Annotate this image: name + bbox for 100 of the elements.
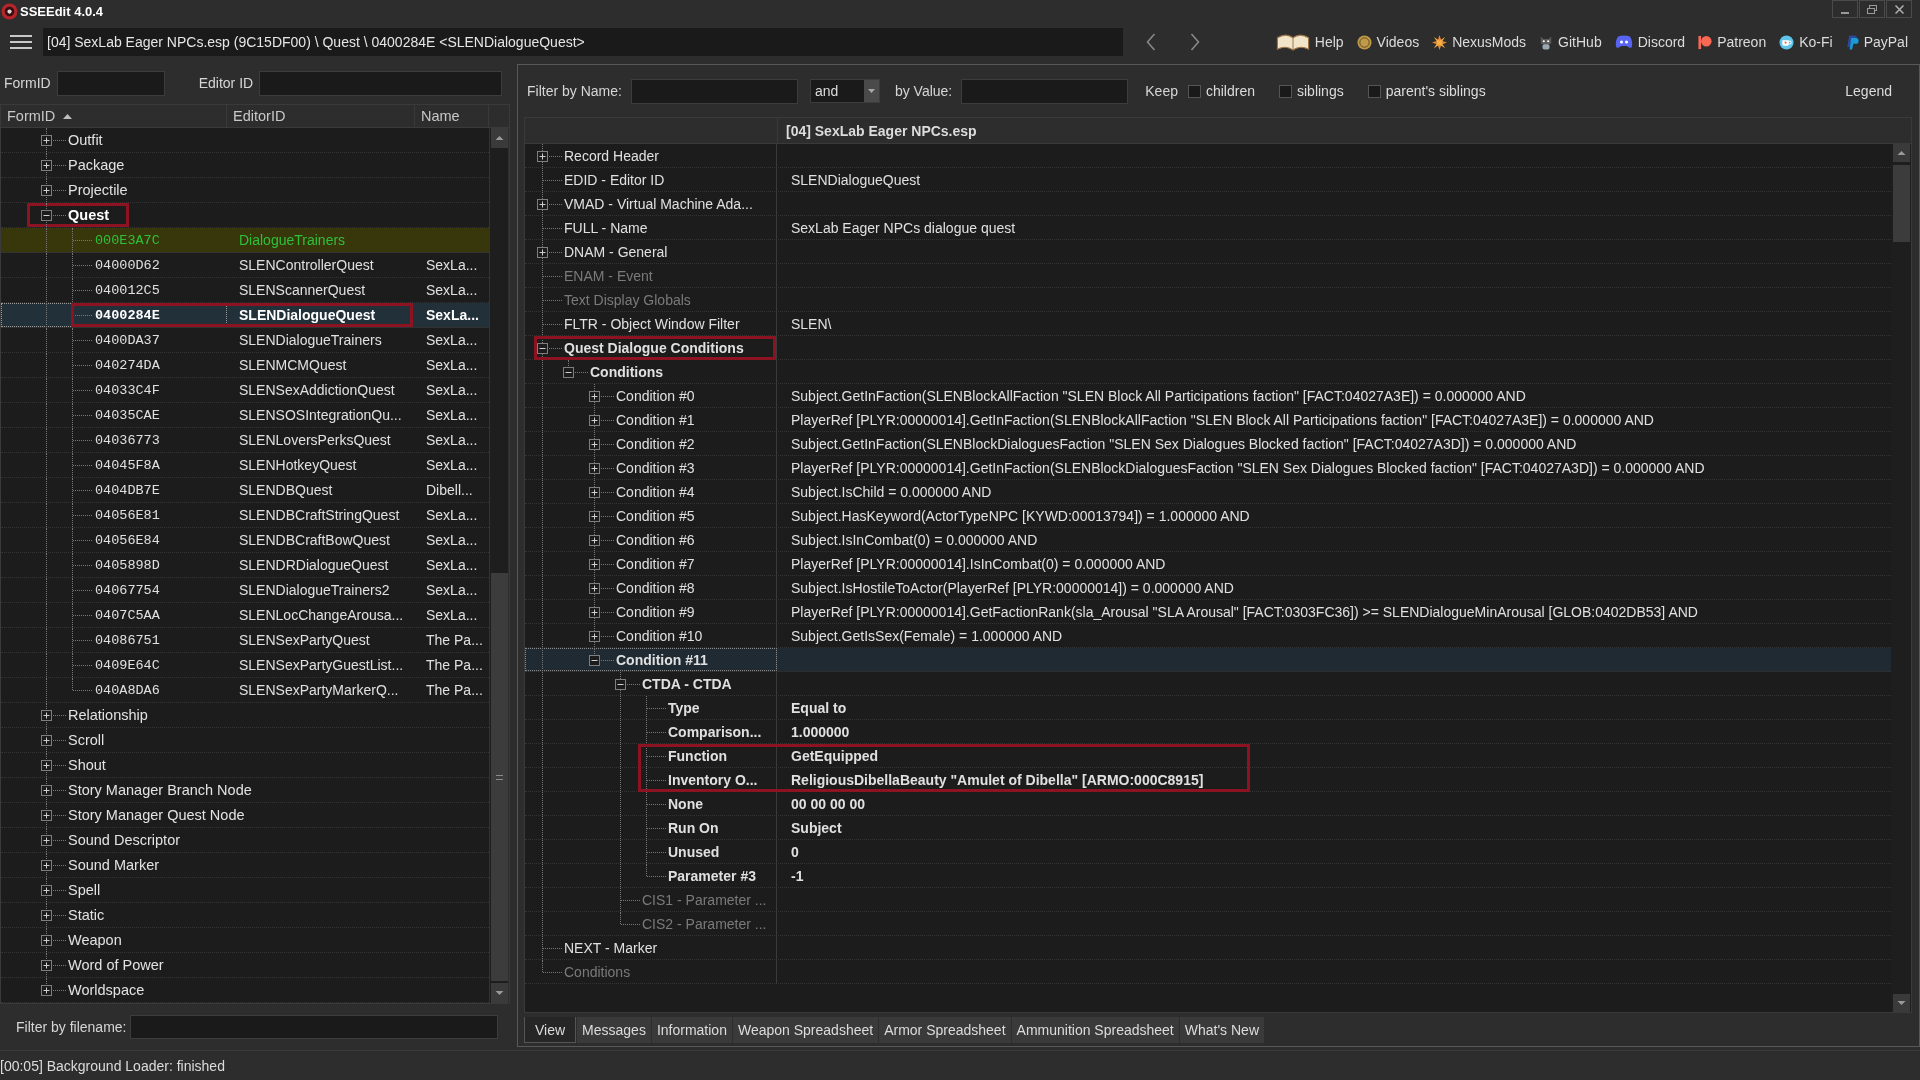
tree-row[interactable]: Static xyxy=(1,903,489,928)
record-row[interactable]: Condition #8 Subject.IsHostileToActor(PlayerRef [PLYR:00000014]) = 0.000000 AND xyxy=(525,576,1891,600)
record-row[interactable]: None 00 00 00 00 xyxy=(525,792,1891,816)
record-row[interactable]: Condition #4 Subject.IsChild = 0.000000 AND xyxy=(525,480,1891,504)
toolbar-link[interactable]: Help xyxy=(1275,32,1344,52)
record-row[interactable]: Function GetEquipped xyxy=(525,744,1891,768)
tab[interactable]: What's New xyxy=(1179,1017,1264,1043)
tree-row[interactable]: Package xyxy=(1,153,489,178)
plus-box-icon[interactable] xyxy=(589,582,600,594)
tree-row[interactable]: 04086751 SLENSexPartyQuest The Pa... xyxy=(1,628,489,653)
tree-row[interactable]: 0400DA37 SLENDialogueTrainers SexLa... xyxy=(1,328,489,353)
record-row[interactable]: Record Header xyxy=(525,144,1891,168)
plus-box-icon[interactable] xyxy=(41,810,52,821)
tree-row[interactable]: Spell xyxy=(1,878,489,903)
tree-row[interactable]: 04033C4F SLENSexAddictionQuest SexLa... xyxy=(1,378,489,403)
record-row[interactable]: Condition #11 xyxy=(525,648,1891,672)
tree-row[interactable]: 0405898D SLENDRDialogueQuest SexLa... xyxy=(1,553,489,578)
plus-box-icon[interactable] xyxy=(41,910,52,921)
record-row[interactable]: Condition #7 PlayerRef [PLYR:00000014].IsInCombat(0) = 0.000000 AND xyxy=(525,552,1891,576)
tree-row[interactable]: Word of Power xyxy=(1,953,489,978)
plus-box-icon[interactable] xyxy=(537,246,548,258)
record-row[interactable]: Type Equal to xyxy=(525,696,1891,720)
record-row[interactable]: Condition #6 Subject.IsInCombat(0) = 0.000000 AND xyxy=(525,528,1891,552)
scrollbar[interactable] xyxy=(489,128,508,1003)
close-button[interactable] xyxy=(1886,0,1912,18)
toolbar-link[interactable]: NexusMods xyxy=(1432,34,1527,50)
toolbar-link[interactable]: PayPal xyxy=(1845,34,1908,50)
scroll-thumb[interactable] xyxy=(1892,165,1910,242)
record-row[interactable]: DNAM - General xyxy=(525,240,1891,264)
forward-icon[interactable] xyxy=(1190,33,1200,51)
tree-row[interactable]: Relationship xyxy=(1,703,489,728)
tree-row[interactable]: Weapon xyxy=(1,928,489,953)
tab[interactable]: Weapon Spreadsheet xyxy=(732,1017,879,1043)
toolbar-link[interactable]: Videos xyxy=(1356,34,1420,50)
minus-box-icon[interactable] xyxy=(615,678,626,690)
scroll-down-icon[interactable] xyxy=(1892,994,1910,1012)
plus-box-icon[interactable] xyxy=(41,860,52,871)
plus-box-icon[interactable] xyxy=(589,414,600,426)
record-row[interactable]: FULL - Name SexLab Eager NPCs dialogue quest xyxy=(525,216,1891,240)
column-header[interactable]: Name xyxy=(415,105,489,127)
plus-box-icon[interactable] xyxy=(589,534,600,546)
tree-row[interactable]: 04035CAE SLENSOSIntegrationQu... SexLa... xyxy=(1,403,489,428)
checkbox[interactable] xyxy=(1279,84,1292,98)
plus-box-icon[interactable] xyxy=(589,390,600,402)
editor-id-field[interactable] xyxy=(259,70,503,96)
plus-box-icon[interactable] xyxy=(537,150,548,162)
tree-row[interactable]: Projectile xyxy=(1,178,489,203)
checkbox[interactable] xyxy=(1367,84,1381,98)
legend-button[interactable]: Legend xyxy=(1845,83,1892,99)
tree-row[interactable]: 04056E84 SLENDBCraftBowQuest SexLa... xyxy=(1,528,489,553)
tree-row[interactable]: 04045F8A SLENHotkeyQuest SexLa... xyxy=(1,453,489,478)
tree-row[interactable]: Story Manager Quest Node xyxy=(1,803,489,828)
record-row[interactable]: Unused 0 xyxy=(525,840,1891,864)
plus-box-icon[interactable] xyxy=(41,935,52,946)
plus-box-icon[interactable] xyxy=(589,486,600,498)
record-row[interactable]: NEXT - Marker xyxy=(525,936,1891,960)
toolbar-link[interactable]: Discord xyxy=(1614,34,1686,50)
minus-box-icon[interactable] xyxy=(563,366,574,378)
minus-box-icon[interactable] xyxy=(537,342,548,354)
tree-row[interactable]: 04000D62 SLENControllerQuest SexLa... xyxy=(1,253,489,278)
scroll-up-icon[interactable] xyxy=(490,128,508,148)
record-row[interactable]: Quest Dialogue Conditions xyxy=(525,336,1891,360)
plus-box-icon[interactable] xyxy=(589,510,600,522)
operator-dropdown[interactable]: and xyxy=(809,79,880,103)
record-row[interactable]: Condition #9 PlayerRef [PLYR:00000014].GetFactionRank(sla_Arousal "SLA Arousal" [FACT:0303FC36]) >= SLENDialogueMinArousal [GLOB:0402DB53] AND xyxy=(525,600,1891,624)
plus-box-icon[interactable] xyxy=(41,835,52,846)
plus-box-icon[interactable] xyxy=(589,630,600,642)
tree-row[interactable]: Outfit xyxy=(1,128,489,153)
tree-row[interactable]: 0404DB7E SLENDBQuest Dibell... xyxy=(1,478,489,503)
record-row[interactable]: VMAD - Virtual Machine Ada... xyxy=(525,192,1891,216)
tree-row[interactable]: 040274DA SLENMCMQuest SexLa... xyxy=(1,353,489,378)
toolbar-link[interactable]: GitHub xyxy=(1539,34,1602,50)
plus-box-icon[interactable] xyxy=(41,135,52,146)
plus-box-icon[interactable] xyxy=(589,438,600,450)
restore-button[interactable] xyxy=(1859,0,1885,18)
plus-box-icon[interactable] xyxy=(41,160,52,171)
tab[interactable]: View xyxy=(524,1017,577,1043)
tab[interactable]: Messages xyxy=(577,1017,651,1043)
column-header[interactable]: EditorID xyxy=(227,105,415,127)
tab[interactable]: Information xyxy=(651,1017,732,1043)
back-icon[interactable] xyxy=(1146,33,1156,51)
minus-box-icon[interactable] xyxy=(41,210,52,221)
value-filter-field[interactable] xyxy=(961,78,1129,104)
tree-row[interactable]: Scroll xyxy=(1,728,489,753)
toolbar-link[interactable]: Ko-Fi xyxy=(1779,34,1833,50)
tree-row[interactable]: 04067754 SLENDialogueTrainers2 SexLa... xyxy=(1,578,489,603)
minus-box-icon[interactable] xyxy=(589,654,600,666)
tree-row[interactable]: 0409E64C SLENSexPartyGuestList... The Pa... xyxy=(1,653,489,678)
tree-row[interactable]: Shout xyxy=(1,753,489,778)
tab[interactable]: Ammunition Spreadsheet xyxy=(1011,1017,1179,1043)
path-field[interactable]: [04] SexLab Eager NPCs.esp (9C15DF00) \ Quest \ 0400284E <SLENDialogueQuest> xyxy=(43,28,1123,56)
record-row[interactable]: Condition #2 Subject.GetInFaction(SLENBlockDialoguesFaction "SLEN Sex Dialogues Blocked faction" [FACT:04027A3D]) = 0.000000 AND xyxy=(525,432,1891,456)
name-filter-field[interactable] xyxy=(630,78,798,104)
record-row[interactable]: CTDA - CTDA xyxy=(525,672,1891,696)
minimize-button[interactable] xyxy=(1832,0,1858,18)
plus-box-icon[interactable] xyxy=(537,198,548,210)
record-row[interactable]: EDID - Editor ID SLENDialogueQuest xyxy=(525,168,1891,192)
tree-row[interactable]: 0400284E SLENDialogueQuest SexLa... xyxy=(1,303,489,328)
scrollbar[interactable] xyxy=(1891,144,1911,1012)
tab[interactable]: Armor Spreadsheet xyxy=(879,1017,1011,1043)
